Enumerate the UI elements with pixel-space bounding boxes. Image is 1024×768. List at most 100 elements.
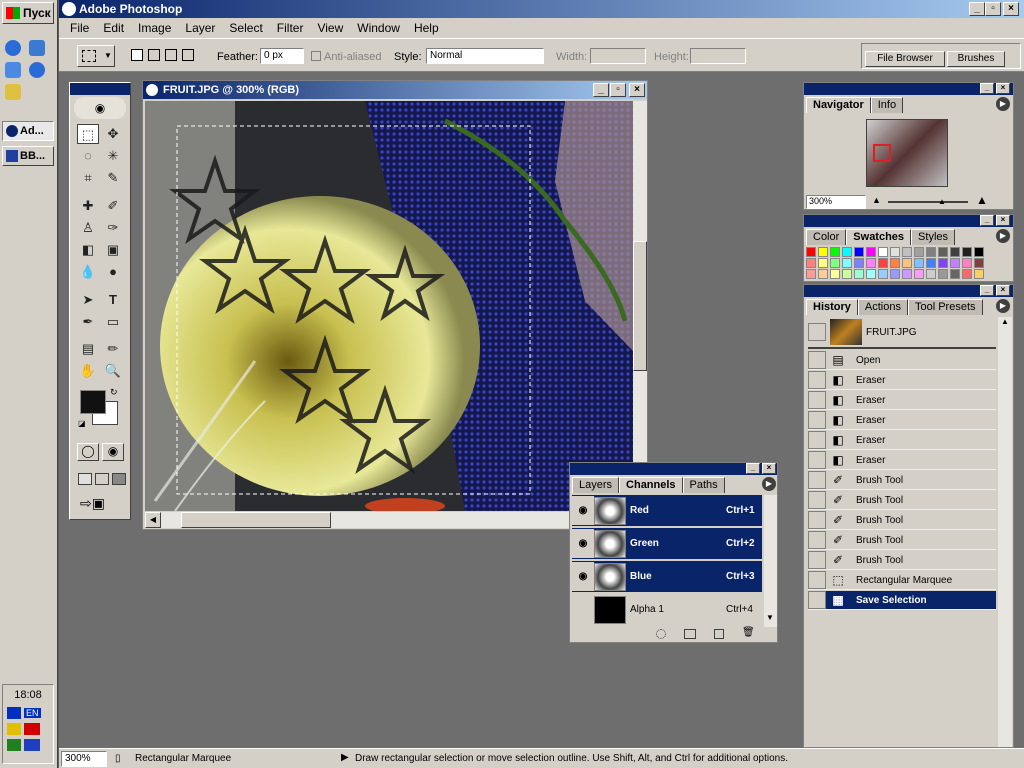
zoom-in-icon[interactable]: ▲ xyxy=(976,193,988,207)
tab-paths[interactable]: Paths xyxy=(682,477,725,493)
healing-brush-icon[interactable]: ✚ xyxy=(77,196,99,216)
task-photoshop[interactable]: Ad... xyxy=(2,121,54,141)
eye-icon[interactable]: ◉ xyxy=(572,496,594,525)
zoom-tool-icon[interactable]: 🔍 xyxy=(102,361,124,381)
screen-mode-full-menu[interactable] xyxy=(95,473,109,485)
horizontal-scroll-thumb[interactable] xyxy=(181,512,331,528)
menu-layer[interactable]: Layer xyxy=(178,21,222,35)
doc-info-icon[interactable]: ▯ xyxy=(115,753,121,764)
outlook-icon[interactable] xyxy=(5,62,21,78)
style-select[interactable]: Normal xyxy=(426,48,544,64)
network-icon[interactable] xyxy=(29,40,45,56)
volume-icon[interactable] xyxy=(7,723,21,735)
file-browser-tab[interactable]: File Browser xyxy=(865,51,945,67)
history-state[interactable]: ◧ Eraser xyxy=(808,391,996,410)
navigator-view-box[interactable] xyxy=(873,144,891,162)
start-button[interactable]: Пуск xyxy=(2,2,54,24)
history-brush-source-box[interactable] xyxy=(808,531,826,549)
color-swatch[interactable] xyxy=(818,258,828,268)
task-word[interactable]: BB... xyxy=(2,146,54,166)
history-brush-source-box[interactable] xyxy=(808,551,826,569)
navigator-titlebar[interactable]: _ × xyxy=(804,83,1013,95)
close-button[interactable]: × xyxy=(1003,2,1019,16)
color-swatch[interactable] xyxy=(842,247,852,257)
delete-channel-icon[interactable]: 🗑 xyxy=(742,627,755,638)
history-brush-source-box[interactable] xyxy=(808,591,826,609)
eraser-tool-icon[interactable]: ◧ xyxy=(77,240,99,260)
color-swatch[interactable] xyxy=(938,247,948,257)
color-swatch[interactable] xyxy=(902,247,912,257)
history-snapshot[interactable]: FRUIT.JPG xyxy=(808,317,996,349)
type-tool-icon[interactable]: T xyxy=(102,290,124,310)
history-brush-source-box[interactable] xyxy=(808,371,826,389)
crop-tool-icon[interactable]: ⌗ xyxy=(77,168,99,188)
toolbox-titlebar[interactable] xyxy=(70,83,130,95)
notes-tool-icon[interactable]: ▤ xyxy=(77,339,99,359)
color-swatch[interactable] xyxy=(878,269,888,279)
clone-stamp-icon[interactable]: ♙ xyxy=(77,218,99,238)
history-state[interactable]: ◧ Eraser xyxy=(808,431,996,450)
history-brush-icon[interactable]: ✑ xyxy=(102,218,124,238)
menu-filter[interactable]: Filter xyxy=(270,21,311,35)
menu-edit[interactable]: Edit xyxy=(96,21,131,35)
status-zoom-field[interactable]: 300% xyxy=(61,751,107,767)
menu-window[interactable]: Window xyxy=(350,21,407,35)
menu-image[interactable]: Image xyxy=(131,21,178,35)
history-brush-source-box[interactable] xyxy=(808,451,826,469)
selection-mode-add[interactable] xyxy=(148,49,160,61)
channels-close-button[interactable]: × xyxy=(762,463,776,474)
history-state[interactable]: ✐ Brush Tool xyxy=(808,531,996,550)
eye-icon[interactable]: ◉ xyxy=(572,562,594,591)
history-minimize-button[interactable]: _ xyxy=(980,285,994,296)
channels-titlebar[interactable]: _ × xyxy=(570,463,777,475)
color-swatch[interactable] xyxy=(950,247,960,257)
color-swatch[interactable] xyxy=(926,247,936,257)
default-colors-icon[interactable]: ◪ xyxy=(78,419,86,428)
channel-row[interactable]: ◉ Blue Ctrl+3 xyxy=(572,561,762,592)
color-swatch[interactable] xyxy=(950,269,960,279)
history-close-button[interactable]: × xyxy=(996,285,1010,296)
history-menu-icon[interactable]: ▶ xyxy=(996,299,1010,313)
new-channel-icon[interactable] xyxy=(714,629,724,639)
foreground-color[interactable] xyxy=(80,390,106,414)
history-state[interactable]: ✐ Brush Tool xyxy=(808,491,996,510)
history-state[interactable]: ✐ Brush Tool xyxy=(808,551,996,570)
color-swatch[interactable] xyxy=(854,269,864,279)
swap-colors-icon[interactable]: ↻ xyxy=(110,387,118,398)
clock[interactable]: 18:08 xyxy=(3,689,53,701)
history-state[interactable]: ✐ Brush Tool xyxy=(808,511,996,530)
color-swatch[interactable] xyxy=(806,269,816,279)
history-brush-source-box[interactable] xyxy=(808,431,826,449)
channels-minimize-button[interactable]: _ xyxy=(746,463,760,474)
app-titlebar[interactable]: Adobe Photoshop _ ▫ × xyxy=(59,0,1024,18)
quickmask-mode-button[interactable]: ◉ xyxy=(102,443,124,461)
ie2-icon[interactable] xyxy=(29,62,45,78)
history-state[interactable]: ◧ Eraser xyxy=(808,411,996,430)
scroll-left-button[interactable]: ◀ xyxy=(145,512,161,528)
color-swatch[interactable] xyxy=(974,269,984,279)
color-swatch[interactable] xyxy=(878,247,888,257)
color-swatch[interactable] xyxy=(890,258,900,268)
blur-tool-icon[interactable]: 💧 xyxy=(77,262,99,282)
color-swatch[interactable] xyxy=(914,247,924,257)
color-swatch[interactable] xyxy=(854,247,864,257)
keyboard-icon[interactable] xyxy=(24,739,40,751)
color-swatch[interactable] xyxy=(818,269,828,279)
feather-input[interactable]: 0 px xyxy=(260,48,304,64)
channels-scroll-down[interactable]: ▼ xyxy=(766,613,774,622)
color-swatch[interactable] xyxy=(926,258,936,268)
color-swatch[interactable] xyxy=(974,247,984,257)
vertical-scroll-thumb[interactable] xyxy=(633,241,647,371)
color-swatch[interactable] xyxy=(938,269,948,279)
color-swatch[interactable] xyxy=(866,258,876,268)
pen-tool-icon[interactable]: ✒ xyxy=(77,312,99,332)
history-state[interactable]: ✐ Brush Tool xyxy=(808,471,996,490)
tab-navigator[interactable]: Navigator xyxy=(806,97,871,113)
tab-styles[interactable]: Styles xyxy=(911,229,956,245)
path-select-icon[interactable]: ➤ xyxy=(77,290,99,310)
shape-tool-icon[interactable]: ▭ xyxy=(102,312,124,332)
tool-preset-picker[interactable]: ▼ xyxy=(77,45,115,67)
minimize-button[interactable]: _ xyxy=(969,2,985,16)
navigator-menu-icon[interactable]: ▶ xyxy=(996,97,1010,111)
history-brush-source-box[interactable] xyxy=(808,391,826,409)
